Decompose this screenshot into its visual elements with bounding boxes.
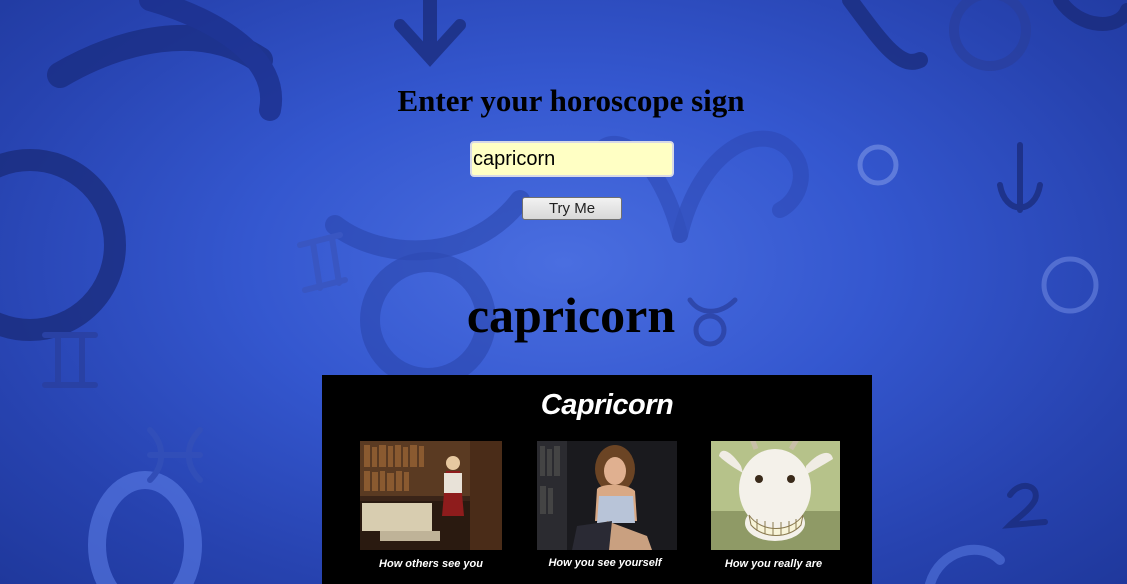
- page-heading: Enter your horoscope sign: [397, 83, 745, 118]
- horoscope-sign-input[interactable]: [470, 141, 674, 177]
- library-scene-image: [360, 441, 502, 550]
- meme-title: Capricorn: [540, 389, 674, 421]
- try-me-button[interactable]: Try Me: [522, 197, 622, 220]
- horoscope-meme-image: Capricorn How others see you How you see…: [322, 375, 872, 584]
- result-sign-heading: capricorn: [466, 287, 676, 343]
- glamour-pose-image: [537, 441, 677, 550]
- page-content: Enter your horoscope sign Try Me caprico…: [0, 0, 1127, 584]
- grinning-goat-image: [711, 441, 840, 550]
- panel-caption-really: How you really are: [724, 558, 823, 570]
- panel-caption-yourself: How you see yourself: [548, 557, 662, 569]
- panel-caption-others: How others see you: [379, 558, 483, 570]
